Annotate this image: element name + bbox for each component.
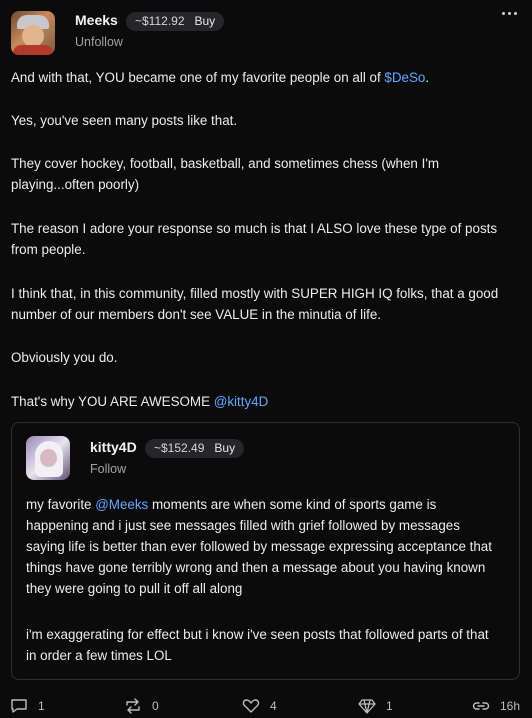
repost-button[interactable]: 0 <box>124 698 159 714</box>
unfollow-button[interactable]: Unfollow <box>75 35 123 49</box>
quoted-paragraph: i'm exaggerating for effect but i know i… <box>26 627 489 663</box>
repost-count: 0 <box>152 699 159 713</box>
link-icon <box>472 702 490 710</box>
post-timestamp: 16h <box>500 699 521 713</box>
author-buy-button[interactable]: Buy <box>195 12 216 31</box>
quoted-author-avatar[interactable] <box>26 436 70 480</box>
post-link-button[interactable]: 16h <box>472 698 520 714</box>
quoted-paragraph: my favorite @Meeks moments are when some… <box>26 497 492 596</box>
follow-button[interactable]: Follow <box>90 462 126 476</box>
hashtag-link[interactable]: $DeSo <box>384 70 425 85</box>
repost-icon <box>126 698 140 714</box>
quoted-buy-button[interactable]: Buy <box>214 439 235 458</box>
post-paragraph: That's why YOU ARE AWESOME @kitty4D <box>11 394 269 409</box>
quoted-author-name[interactable]: kitty4D <box>90 439 137 455</box>
post-paragraph: I think that, in this community, filled … <box>11 286 499 322</box>
post-actions-bar: 1 0 4 1 16h <box>0 698 532 716</box>
heart-icon <box>242 699 260 713</box>
like-button[interactable]: 4 <box>242 698 277 714</box>
post-paragraph: They cover hockey, football, basketball,… <box>11 156 440 192</box>
mention-link[interactable]: @Meeks <box>95 497 148 512</box>
post-paragraph: The reason I adore your response so much… <box>11 221 498 257</box>
post-paragraph: And with that, YOU became one of my favo… <box>11 70 430 85</box>
diamond-count: 1 <box>386 699 393 713</box>
quoted-author-price: ~$152.49 <box>154 441 205 455</box>
author-avatar[interactable] <box>11 11 55 55</box>
comment-icon <box>11 699 27 713</box>
author-price: ~$112.92 <box>135 14 185 28</box>
comment-button[interactable]: 1 <box>10 698 45 714</box>
diamond-icon <box>358 699 376 714</box>
author-name[interactable]: Meeks <box>75 12 118 28</box>
diamond-button[interactable]: 1 <box>358 698 393 714</box>
post-paragraph: Yes, you've seen many posts like that. <box>11 113 238 128</box>
comment-count: 1 <box>38 699 45 713</box>
post-paragraph: Obviously you do. <box>11 350 118 365</box>
more-options-icon[interactable] <box>502 12 518 18</box>
mention-link[interactable]: @kitty4D <box>214 394 269 409</box>
like-count: 4 <box>270 699 277 713</box>
quoted-coin-price-badge[interactable]: ~$152.49 Buy <box>145 439 245 458</box>
author-coin-price-badge[interactable]: ~$112.92 Buy <box>126 12 225 31</box>
